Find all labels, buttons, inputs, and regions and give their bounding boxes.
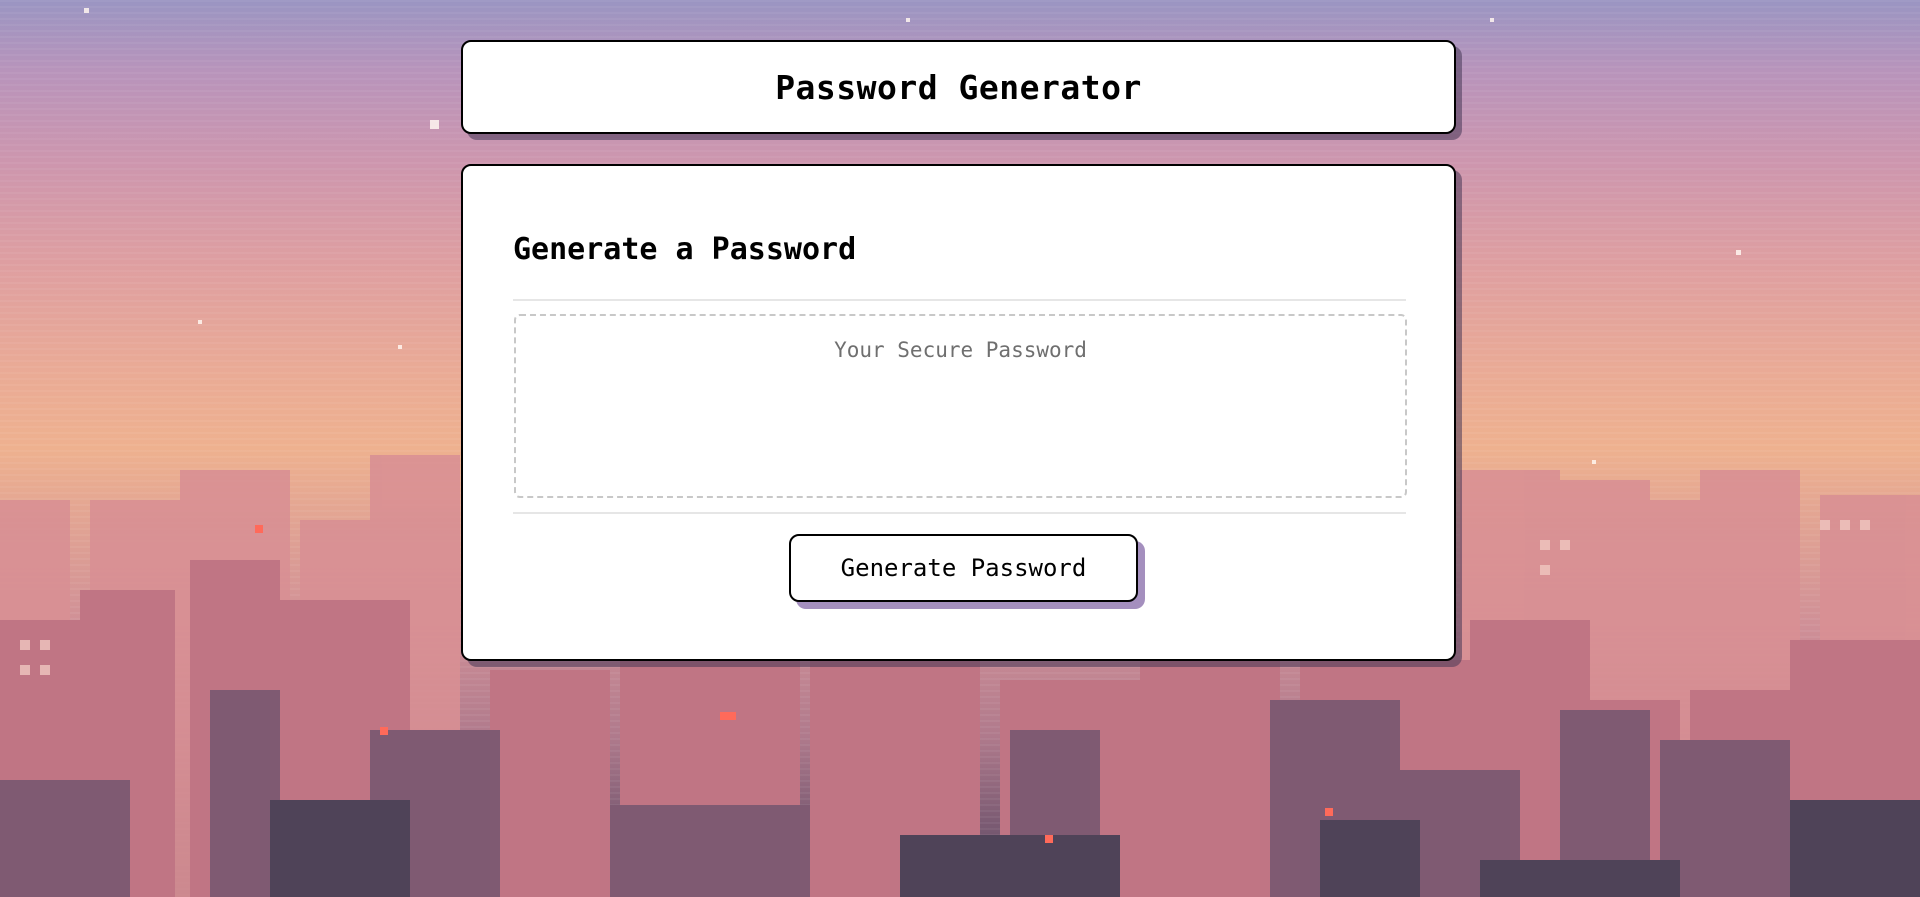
page-title: Password Generator — [775, 67, 1142, 107]
password-output-field[interactable] — [514, 314, 1407, 498]
password-generator-card: Generate a Password Generate Password — [461, 164, 1456, 661]
card-header-divider — [513, 299, 1406, 301]
card-heading: Generate a Password — [513, 232, 857, 267]
header-bar: Password Generator — [461, 40, 1456, 134]
generate-password-button[interactable]: Generate Password — [789, 534, 1138, 602]
card-footer-divider — [513, 512, 1406, 514]
